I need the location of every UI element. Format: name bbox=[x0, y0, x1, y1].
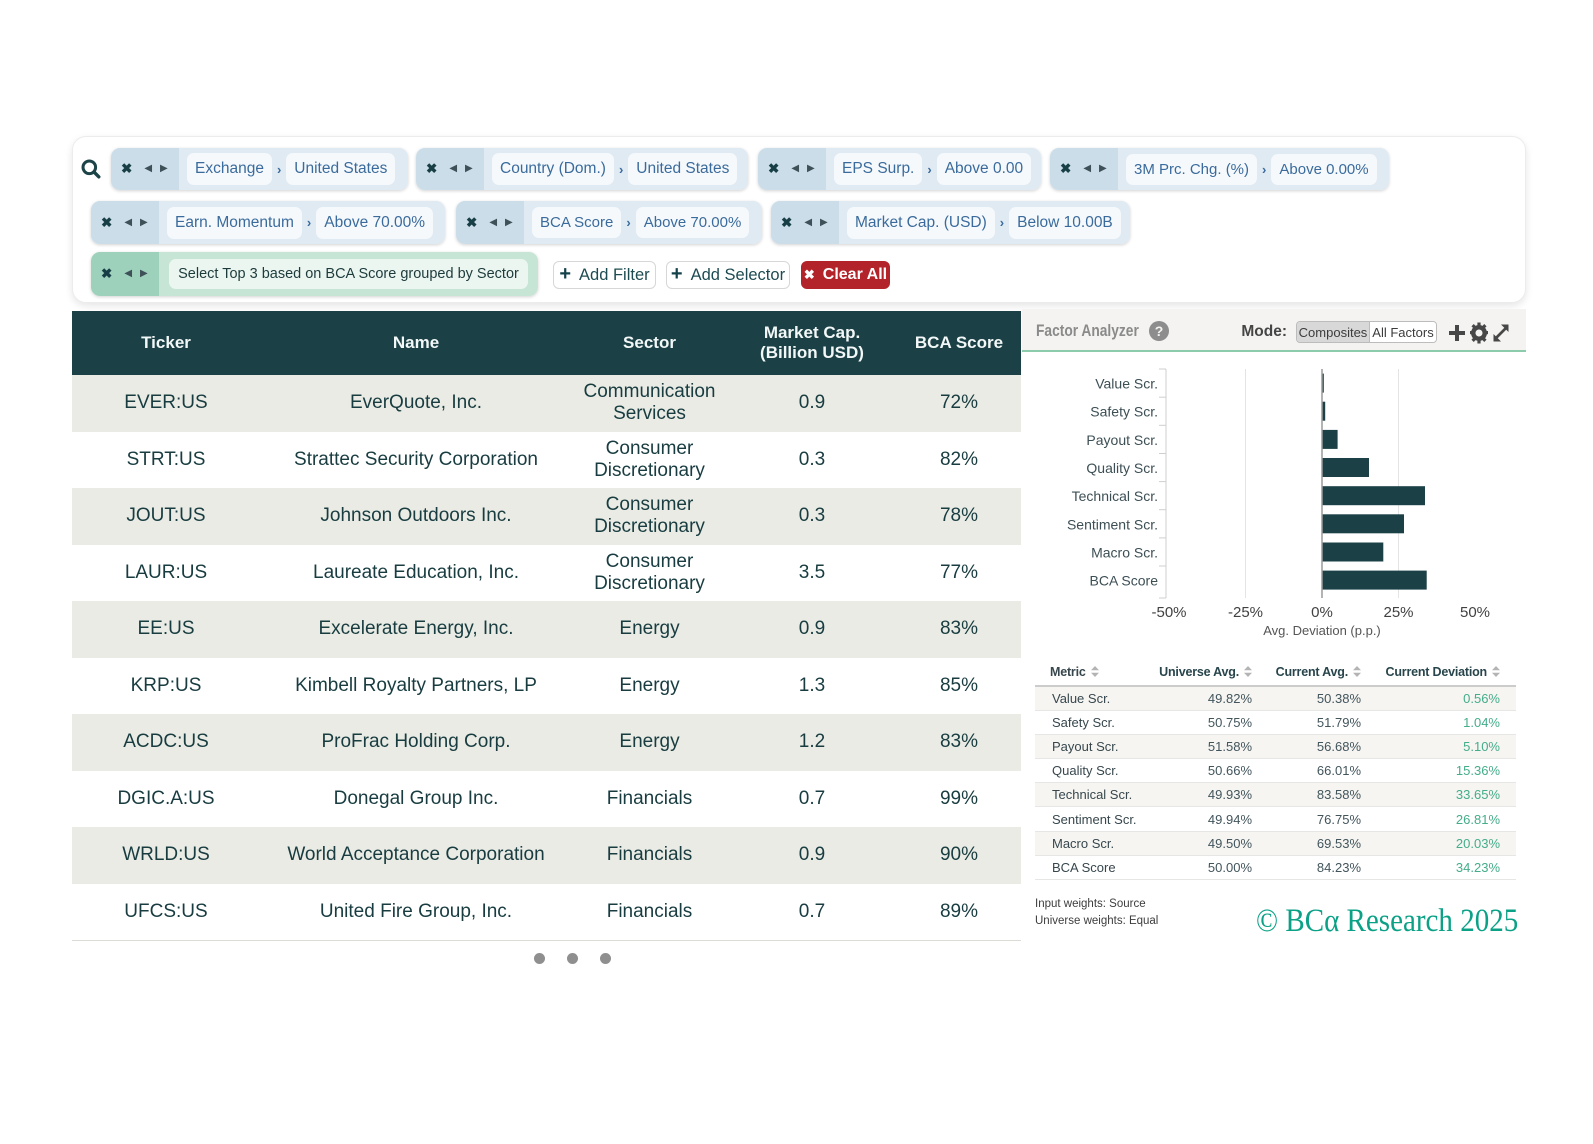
svg-text:-50%: -50% bbox=[1151, 604, 1186, 621]
svg-text:0%: 0% bbox=[1311, 604, 1333, 621]
svg-text:BCA Score: BCA Score bbox=[1090, 573, 1159, 589]
svg-text:Safety Scr.: Safety Scr. bbox=[1090, 404, 1158, 420]
svg-text:Avg. Deviation (p.p.): Avg. Deviation (p.p.) bbox=[1263, 623, 1381, 638]
svg-text:Payout Scr.: Payout Scr. bbox=[1086, 432, 1158, 448]
svg-text:Sentiment Scr.: Sentiment Scr. bbox=[1067, 516, 1158, 532]
svg-text:-25%: -25% bbox=[1228, 604, 1263, 621]
svg-text:Technical Scr.: Technical Scr. bbox=[1072, 488, 1158, 504]
svg-text:Quality Scr.: Quality Scr. bbox=[1086, 460, 1158, 476]
svg-text:50%: 50% bbox=[1460, 604, 1490, 621]
svg-text:25%: 25% bbox=[1383, 604, 1413, 621]
svg-text:Value Scr.: Value Scr. bbox=[1095, 376, 1158, 392]
svg-text:Macro Scr.: Macro Scr. bbox=[1091, 545, 1158, 561]
